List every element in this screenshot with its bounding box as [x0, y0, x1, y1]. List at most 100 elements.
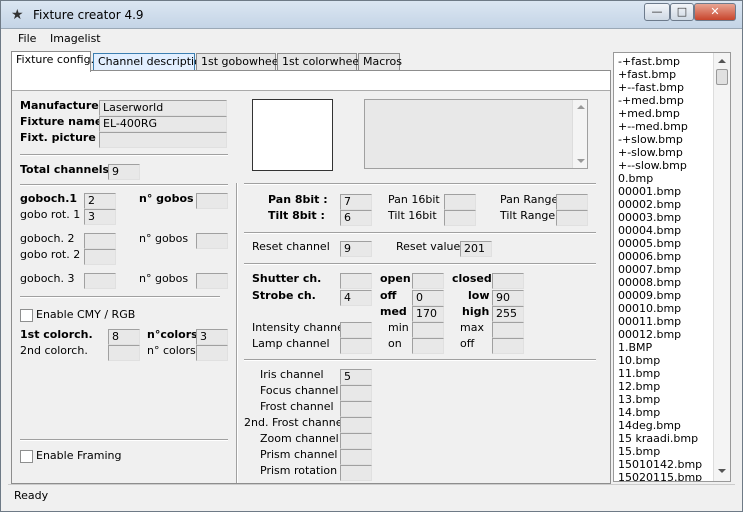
n-colors-2-field[interactable] [196, 345, 228, 361]
reset-channel-field[interactable]: 9 [340, 241, 372, 257]
low-field[interactable]: 90 [492, 290, 524, 306]
tilt16-field[interactable] [444, 210, 476, 226]
reset-value-field[interactable]: 201 [460, 241, 492, 257]
menu-imagelist[interactable]: Imagelist [50, 32, 101, 45]
prism-field[interactable] [340, 449, 372, 465]
fixture-name-field[interactable]: EL-400RG [99, 116, 227, 132]
shutter-field[interactable] [340, 273, 372, 289]
title-bar[interactable]: ★ Fixture creator 4.9 — □ ✕ [1, 1, 742, 29]
list-item[interactable]: 00008.bmp [618, 276, 681, 289]
list-item[interactable]: +fast.bmp [618, 68, 676, 81]
list-item[interactable]: +--fast.bmp [618, 81, 684, 94]
on-field[interactable] [412, 338, 444, 354]
goboch1-field[interactable]: 2 [84, 193, 116, 209]
imagelist-scrollbar[interactable] [713, 53, 730, 481]
imagelist-listbox[interactable]: -+fast.bmp +fast.bmp +--fast.bmp -+med.bmp +… [613, 52, 731, 482]
description-box[interactable] [12, 71, 610, 91]
scroll-thumb[interactable] [716, 69, 728, 85]
list-item[interactable]: -+fast.bmp [618, 55, 680, 68]
list-item[interactable]: 00007.bmp [618, 263, 681, 276]
strobe-field[interactable]: 4 [340, 290, 372, 306]
minimize-button[interactable]: — [644, 3, 670, 21]
max-field[interactable] [492, 322, 524, 338]
frost2-field[interactable] [340, 417, 372, 433]
list-item[interactable]: 11.bmp [618, 367, 660, 380]
tab-macros[interactable]: Macros [358, 53, 402, 71]
list-item[interactable]: 15020115.bmp [618, 471, 702, 481]
list-item[interactable]: +-slow.bmp [618, 146, 683, 159]
list-item[interactable]: -+med.bmp [618, 94, 684, 107]
list-item[interactable]: 15.bmp [618, 445, 660, 458]
closed-field[interactable] [492, 273, 524, 289]
list-item[interactable]: 14deg.bmp [618, 419, 681, 432]
frost-label: Frost channel [260, 400, 334, 413]
zoom-field[interactable] [340, 433, 372, 449]
list-item[interactable]: 00009.bmp [618, 289, 681, 302]
total-channels-field[interactable]: 9 [108, 164, 140, 180]
pan16-field[interactable] [444, 194, 476, 210]
tab-fixture-config[interactable]: Fixture config. [11, 51, 94, 72]
list-item[interactable]: 00010.bmp [618, 302, 681, 315]
colorch1-field[interactable]: 8 [108, 329, 140, 345]
high-field[interactable]: 255 [492, 306, 524, 322]
list-item[interactable]: 0.bmp [618, 172, 653, 185]
list-item[interactable]: 15 kraadi.bmp [618, 432, 698, 445]
scroll-up-icon[interactable] [718, 59, 726, 63]
list-item[interactable]: 00012.bmp [618, 328, 681, 341]
manufacturer-field[interactable]: Laserworld [99, 100, 227, 116]
n-gobos-3-field[interactable] [196, 273, 228, 289]
focus-field[interactable] [340, 385, 372, 401]
list-item[interactable]: 10.bmp [618, 354, 660, 367]
off-field[interactable]: 0 [412, 290, 444, 306]
enable-cmy-checkbox[interactable] [20, 309, 33, 322]
pan-range-field[interactable] [556, 194, 588, 210]
n-colors-1-field[interactable]: 3 [196, 329, 228, 345]
n-gobos-2-field[interactable] [196, 233, 228, 249]
n-gobos-1-field[interactable] [196, 193, 228, 209]
colorch2-field[interactable] [108, 345, 140, 361]
fixture-picture-field[interactable] [99, 132, 227, 148]
list-item[interactable]: +med.bmp [618, 107, 680, 120]
frost-field[interactable] [340, 401, 372, 417]
open-field[interactable] [412, 273, 444, 289]
list-item[interactable]: 00005.bmp [618, 237, 681, 250]
pan8-field[interactable]: 7 [340, 194, 372, 210]
tilt-range-field[interactable] [556, 210, 588, 226]
enable-framing-checkbox[interactable] [20, 450, 33, 463]
gobo-rot2-field[interactable] [84, 249, 116, 265]
list-item[interactable]: +--med.bmp [618, 120, 688, 133]
maximize-button[interactable]: □ [670, 3, 694, 21]
list-item[interactable]: 00002.bmp [618, 198, 681, 211]
list-item[interactable]: 14.bmp [618, 406, 660, 419]
list-item[interactable]: -+slow.bmp [618, 133, 683, 146]
iris-field[interactable]: 5 [340, 369, 372, 385]
list-item[interactable]: 00003.bmp [618, 211, 681, 224]
lamp-off-field[interactable] [492, 338, 524, 354]
list-item[interactable]: 12.bmp [618, 380, 660, 393]
tab-1st-colorwheel[interactable]: 1st colorwheel [277, 53, 362, 71]
med-field[interactable]: 170 [412, 306, 444, 322]
list-item[interactable]: 13.bmp [618, 393, 660, 406]
list-item[interactable]: 1.BMP [618, 341, 652, 354]
tab-1st-gobowheel[interactable]: 1st gobowheel [196, 53, 282, 71]
list-item[interactable]: +--slow.bmp [618, 159, 687, 172]
min-field[interactable] [412, 322, 444, 338]
menu-file[interactable]: File [18, 32, 36, 45]
lamp-field[interactable] [340, 338, 372, 354]
list-item[interactable]: 00004.bmp [618, 224, 681, 237]
list-item[interactable]: 00001.bmp [618, 185, 681, 198]
goboch3-field[interactable] [84, 273, 116, 289]
tab-channel-description[interactable]: Channel description [93, 53, 208, 71]
notes-memo[interactable] [364, 99, 588, 169]
list-item[interactable]: 15010142.bmp [618, 458, 702, 471]
tilt8-field[interactable]: 6 [340, 210, 372, 226]
intensity-field[interactable] [340, 322, 372, 338]
memo-scrollbar[interactable] [572, 100, 587, 168]
list-item[interactable]: 00006.bmp [618, 250, 681, 263]
gobo-rot1-field[interactable]: 3 [84, 209, 116, 225]
close-button[interactable]: ✕ [694, 3, 736, 21]
prism-rotation-field[interactable] [340, 465, 372, 481]
list-item[interactable]: 00011.bmp [618, 315, 681, 328]
scroll-down-icon[interactable] [718, 469, 726, 473]
goboch2-field[interactable] [84, 233, 116, 249]
